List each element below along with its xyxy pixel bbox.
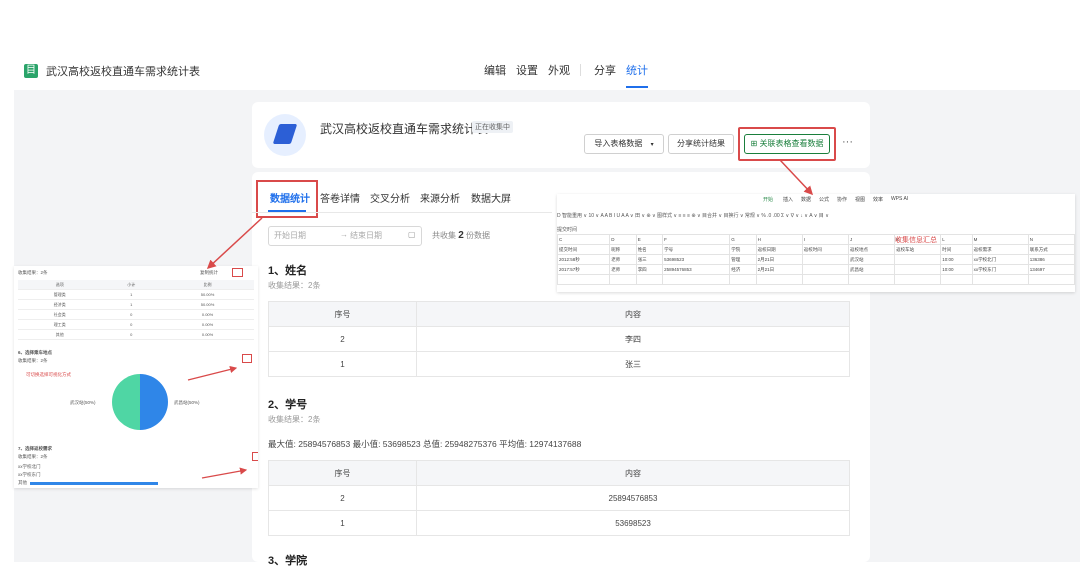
arrow-chart-toggle — [187, 365, 238, 381]
arrow-to-sheet — [779, 159, 814, 196]
arrow-bar-toggle — [201, 467, 248, 479]
annotation-arrows — [187, 159, 814, 479]
arrow-to-preview — [206, 217, 263, 270]
